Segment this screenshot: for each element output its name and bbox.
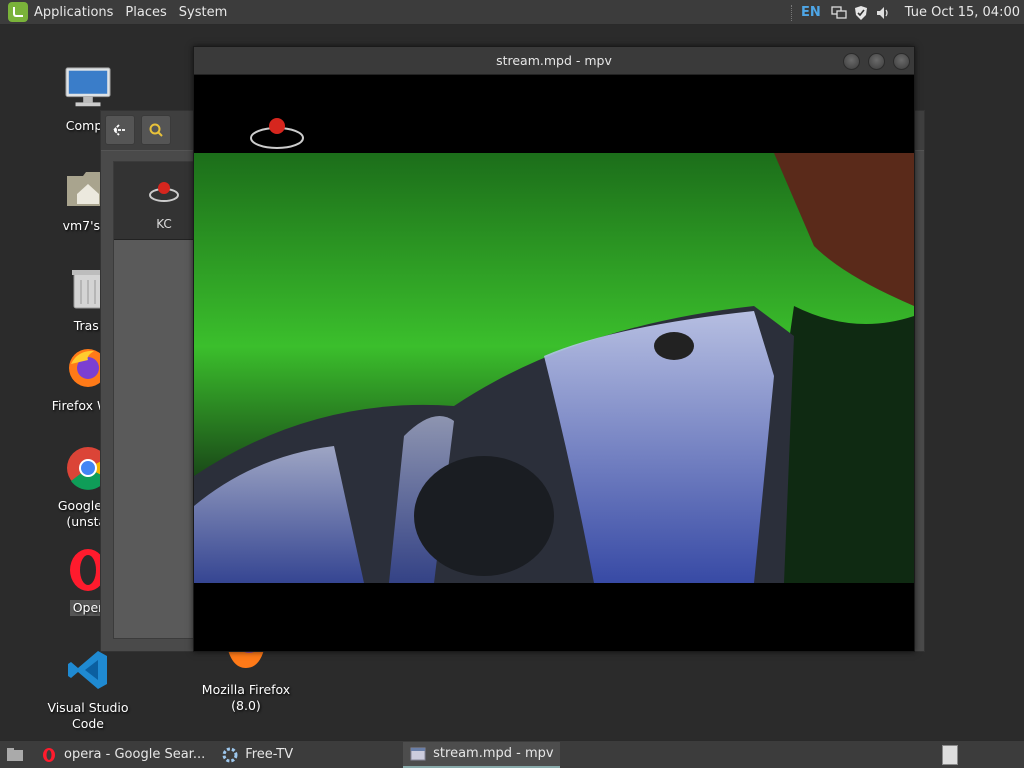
volume-icon[interactable] xyxy=(875,5,891,21)
computer-icon xyxy=(64,64,112,112)
window-titlebar[interactable]: stream.mpd - mpv xyxy=(194,47,914,75)
workspace-switcher-icon[interactable] xyxy=(942,745,958,765)
channel-label: KC xyxy=(156,217,172,231)
desktop-icon-label: Visual Studio Code xyxy=(47,700,129,731)
taskbar-item-label: Free-TV xyxy=(245,747,294,762)
minimize-button[interactable] xyxy=(843,53,860,70)
desktop-icon-vscode[interactable]: Visual Studio Code xyxy=(33,646,143,732)
show-desktop-icon xyxy=(7,747,23,761)
close-button[interactable] xyxy=(893,53,910,70)
menu-places[interactable]: Places xyxy=(119,0,172,25)
window-icon xyxy=(409,745,427,763)
waterfall-video-image xyxy=(194,76,914,651)
channel-logo-icon xyxy=(146,179,182,209)
taskbar-item-label: stream.mpd - mpv xyxy=(433,746,554,761)
menu-applications[interactable]: Applications xyxy=(28,0,119,25)
taskbar-item-label: opera - Google Sear... xyxy=(64,747,206,762)
video-frame[interactable] xyxy=(194,76,914,651)
network-icon[interactable] xyxy=(831,5,847,21)
maximize-button[interactable] xyxy=(868,53,885,70)
taskbar-item-mpv[interactable]: stream.mpd - mpv xyxy=(403,741,560,768)
system-tray: EN Tue Oct 15, 04:00 xyxy=(791,0,1024,25)
mint-menu-icon[interactable] xyxy=(8,2,28,22)
desktop-icon-label: Trasl xyxy=(73,318,103,333)
mpv-window[interactable]: stream.mpd - mpv xyxy=(193,46,915,652)
taskbar-item-opera[interactable]: opera - Google Sear... xyxy=(34,742,211,768)
top-panel: Applications Places System EN Tue Oct 15… xyxy=(0,0,1024,25)
show-desktop-button[interactable] xyxy=(0,742,30,768)
keyboard-layout-indicator[interactable]: EN xyxy=(801,5,821,20)
window-title: stream.mpd - mpv xyxy=(496,53,612,68)
freetv-icon xyxy=(221,746,239,764)
tray-separator xyxy=(791,4,793,21)
window-controls xyxy=(843,53,910,70)
menu-system[interactable]: System xyxy=(173,0,233,25)
desktop-icon-label: Mozilla Firefox (8.0) xyxy=(201,682,291,713)
opera-icon xyxy=(40,746,58,764)
taskbar-item-freetv[interactable]: Free-TV xyxy=(215,742,299,768)
vscode-icon xyxy=(64,646,112,694)
back-button[interactable] xyxy=(105,115,135,145)
search-button[interactable] xyxy=(141,115,171,145)
shield-icon[interactable] xyxy=(853,5,869,21)
clock[interactable]: Tue Oct 15, 04:00 xyxy=(905,5,1020,20)
bottom-panel: opera - Google Sear... Free-TV stream.mp… xyxy=(0,740,1024,768)
